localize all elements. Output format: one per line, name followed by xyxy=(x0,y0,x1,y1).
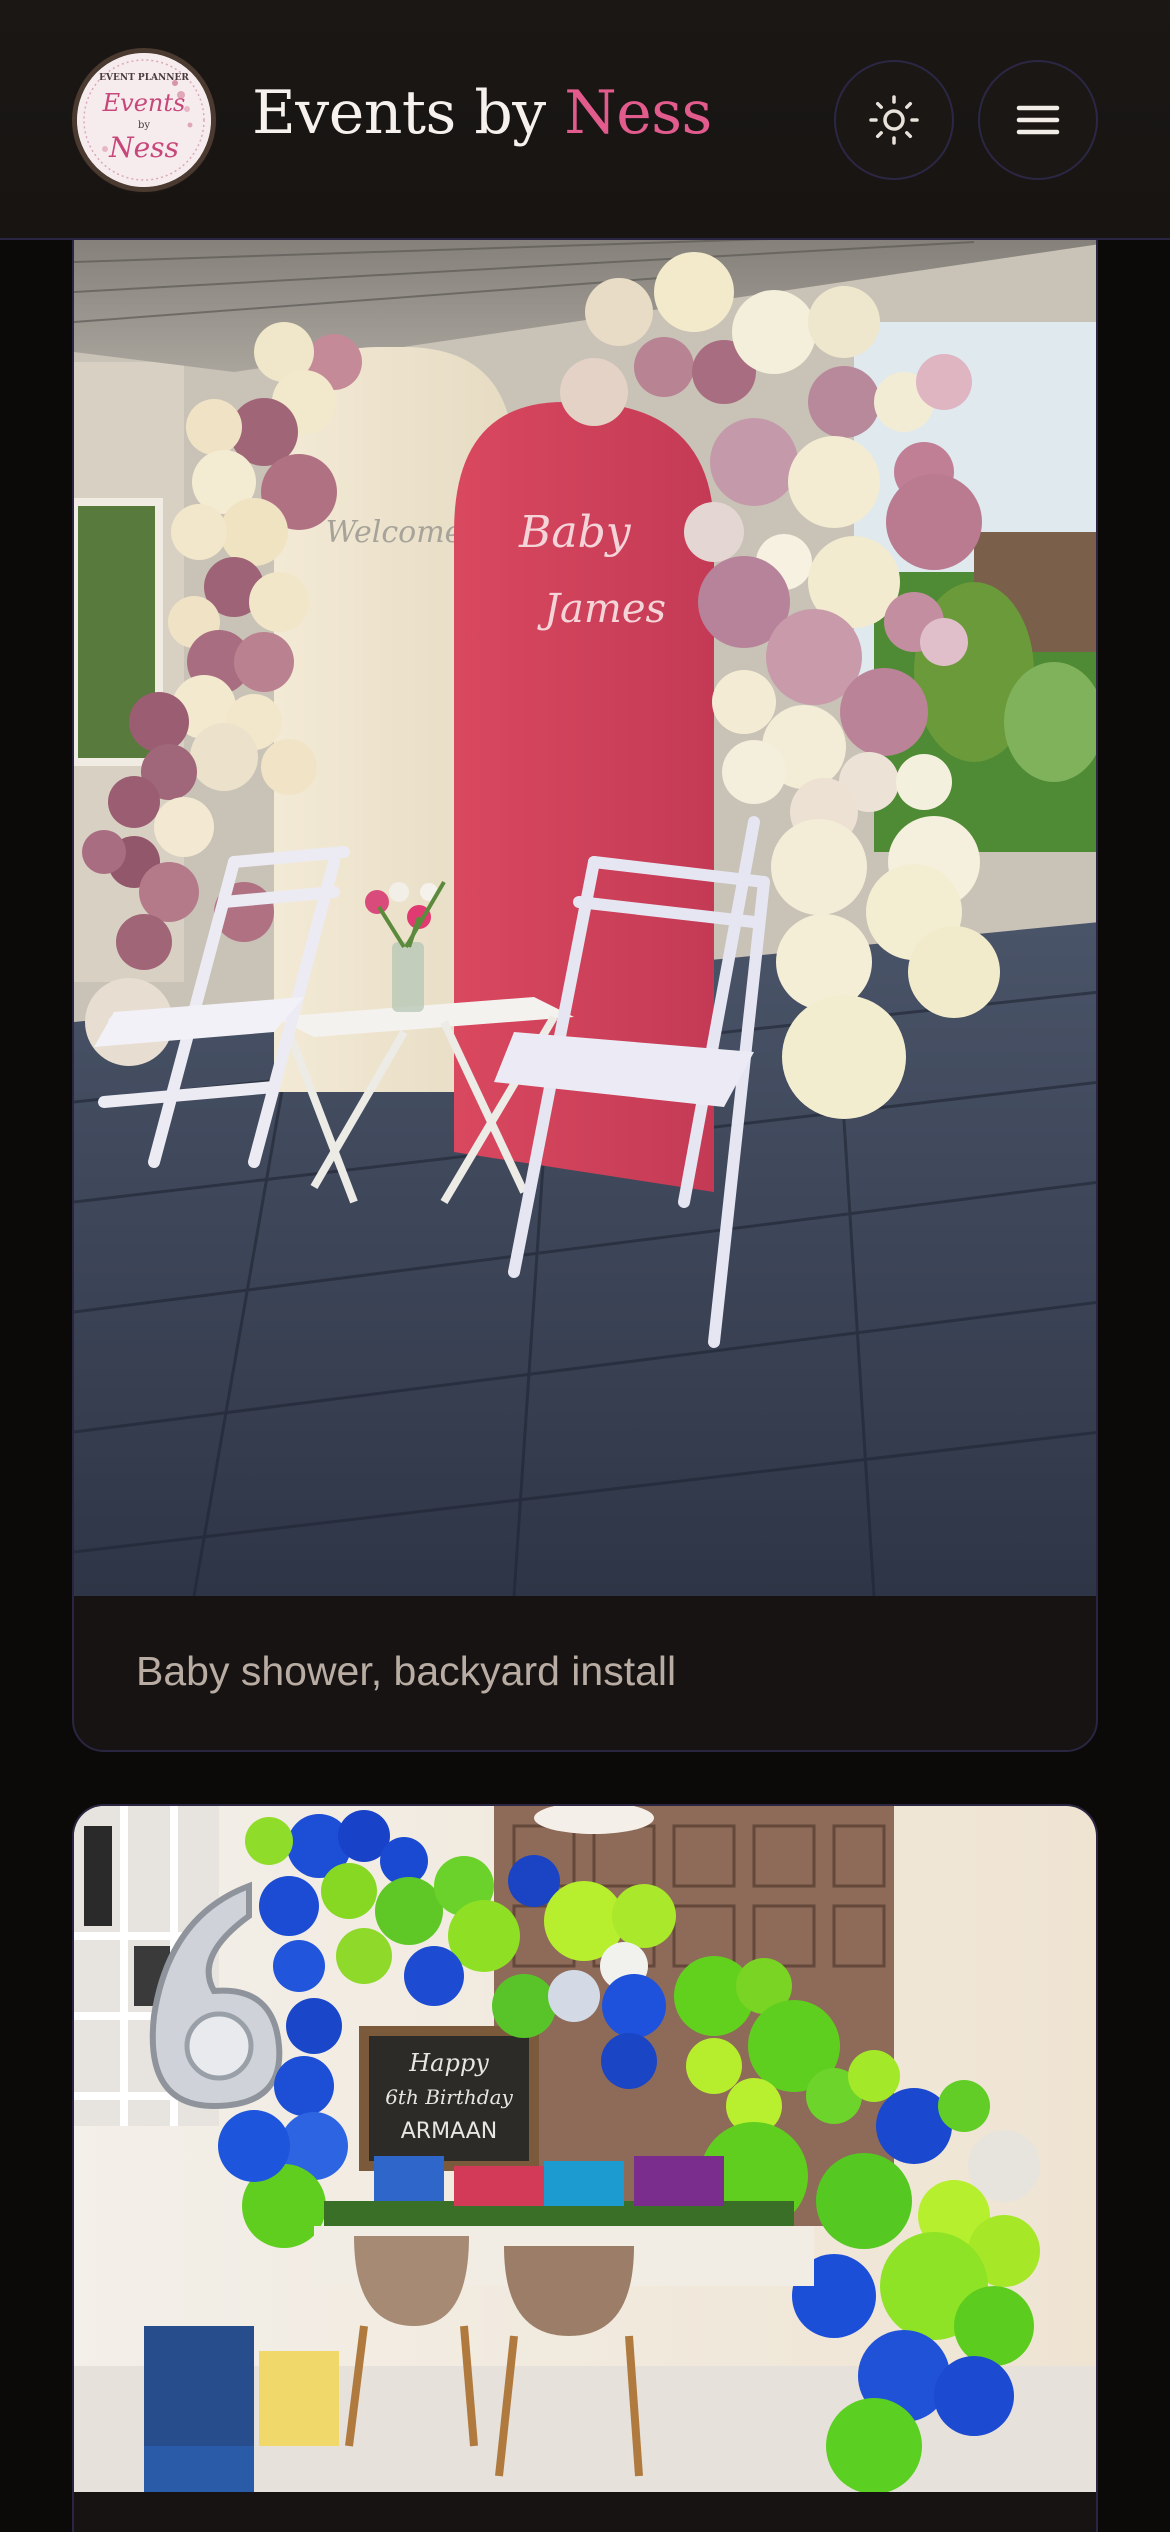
gallery-card[interactable]: Welcome Baby James Baby shower, backyard… xyxy=(72,200,1098,1752)
theme-toggle-button[interactable] xyxy=(834,60,954,180)
arch-backdrop-photo[interactable]: Welcome Baby James xyxy=(74,202,1098,1596)
logo-graphic: EVENT PLANNER Events by Ness xyxy=(77,53,211,187)
arch-text-name: James xyxy=(537,586,666,632)
svg-text:Ness: Ness xyxy=(108,131,179,164)
page: EVENT PLANNER Events by Ness Events by N… xyxy=(0,0,1170,2532)
gallery-card-caption: Baby shower, backyard install xyxy=(136,1648,677,1694)
arch-text-baby: Baby xyxy=(518,507,632,558)
brand-logo[interactable]: EVENT PLANNER Events by Ness xyxy=(72,48,216,192)
svg-text:EVENT PLANNER: EVENT PLANNER xyxy=(99,73,189,83)
site-header: EVENT PLANNER Events by Ness Events by N… xyxy=(0,0,1170,240)
gallery-card[interactable]: Happy 6th Birthday ARMAAN xyxy=(72,1804,1098,2532)
chalkboard-text-name: ARMAAN xyxy=(401,2119,498,2144)
sun-icon xyxy=(869,95,919,145)
brand-title[interactable]: Events by Ness xyxy=(252,78,712,148)
menu-button[interactable] xyxy=(978,60,1098,180)
chalkboard-text-birthday: 6th Birthday xyxy=(385,2085,513,2109)
arch-text-welcome: Welcome xyxy=(326,515,463,550)
svg-text:by: by xyxy=(138,120,150,131)
birthday-balloon-photo[interactable]: Happy 6th Birthday ARMAAN xyxy=(74,1806,1098,2492)
hamburger-menu-icon xyxy=(1016,105,1060,135)
brand-title-main: Events by xyxy=(252,78,565,148)
chalkboard-text-happy: Happy xyxy=(408,2049,489,2077)
svg-text:Events: Events xyxy=(102,89,186,117)
brand-title-accent: Ness xyxy=(564,78,712,148)
